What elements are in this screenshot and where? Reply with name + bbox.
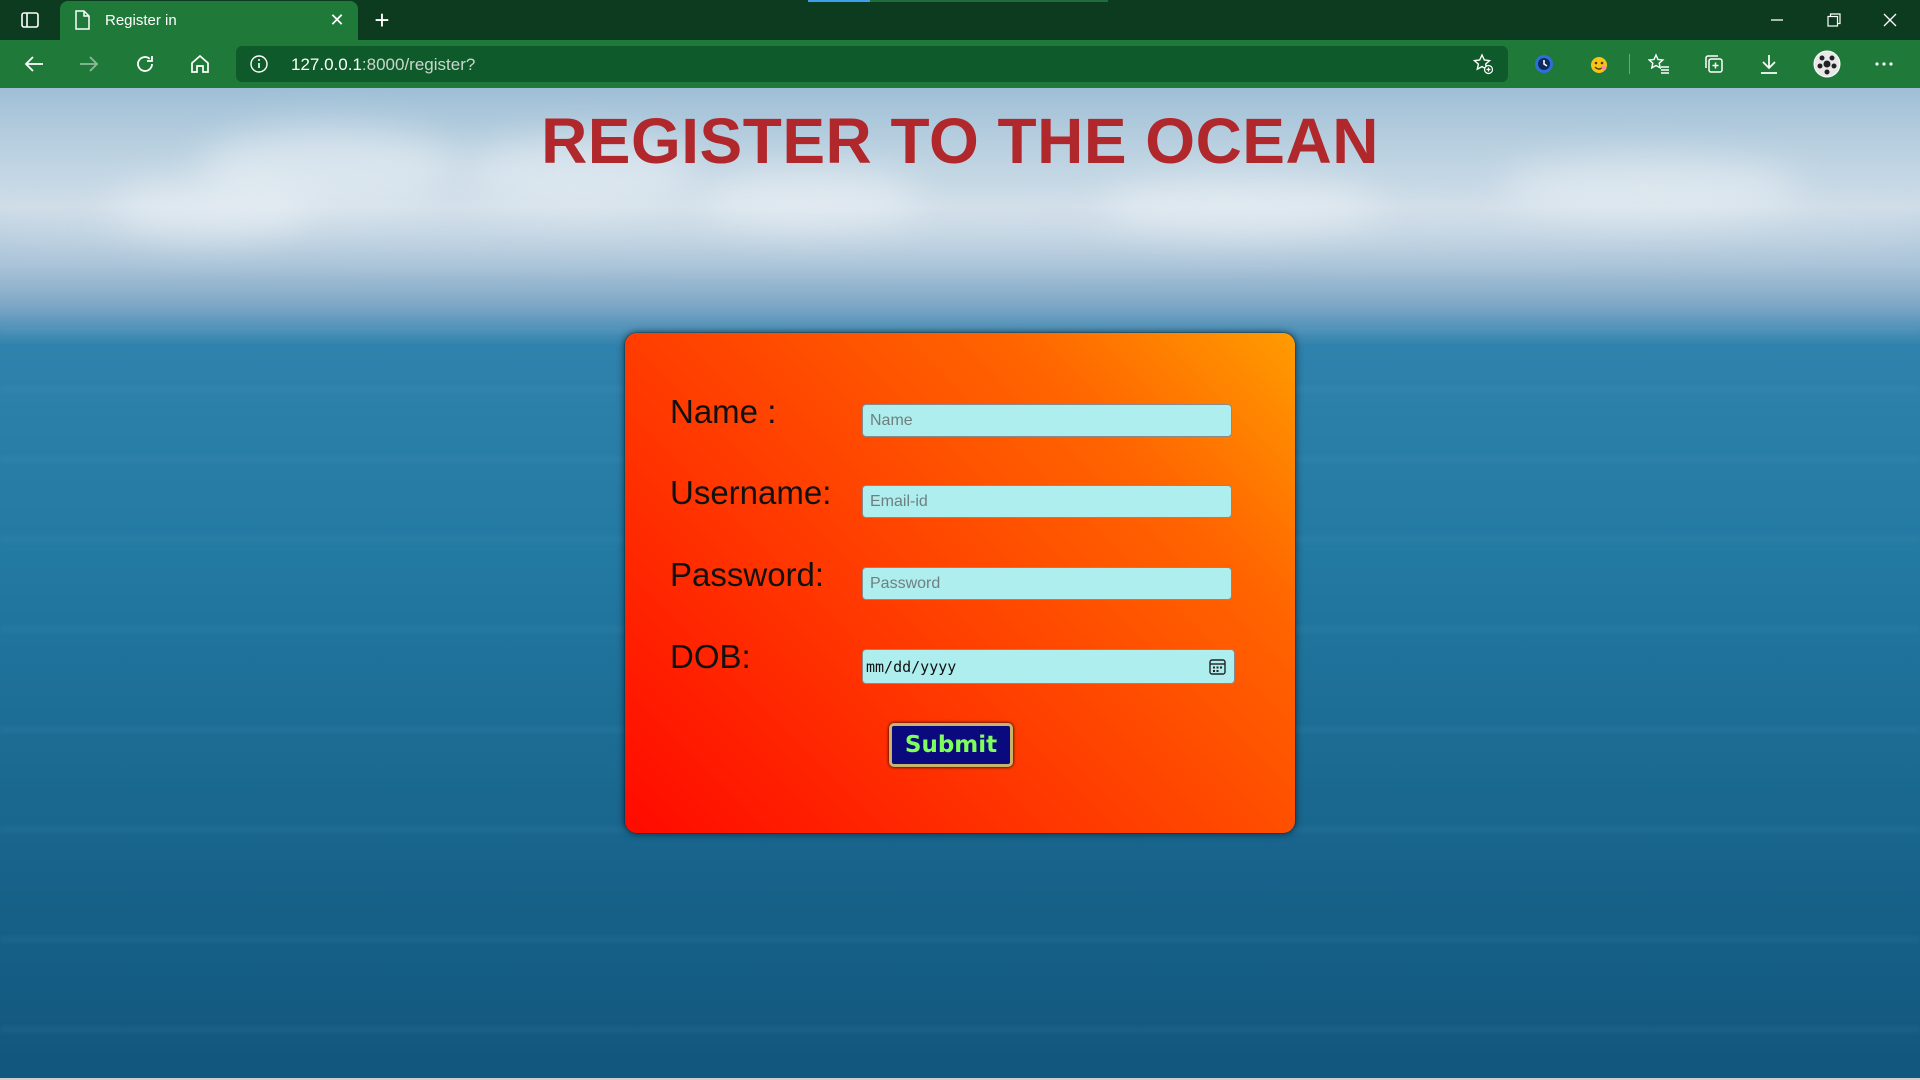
profile-avatar-icon[interactable]: [1810, 48, 1844, 80]
register-form: Name : Username: Password: DOB: mm/dd/yy…: [625, 333, 1295, 833]
password-label: Password:: [670, 556, 825, 593]
toolbar-divider: [1629, 54, 1630, 74]
username-input[interactable]: [862, 485, 1232, 518]
info-icon[interactable]: [250, 55, 268, 73]
home-icon[interactable]: [183, 48, 217, 80]
url-path: :8000/register?: [361, 55, 476, 74]
password-input[interactable]: [862, 567, 1232, 600]
dob-input[interactable]: mm/dd/yyyy: [862, 649, 1235, 684]
document-icon: [73, 10, 91, 30]
name-label: Name :: [670, 393, 777, 430]
username-label: Username:: [670, 474, 832, 511]
star-add-icon[interactable]: [1472, 53, 1494, 75]
clock-extension-icon[interactable]: [1527, 48, 1561, 80]
submit-button[interactable]: Submit: [889, 723, 1013, 767]
window-close-icon[interactable]: [1862, 0, 1918, 40]
tab-bar: Register in ✕ +: [0, 0, 1920, 40]
refresh-icon[interactable]: [128, 48, 162, 80]
tab-title: Register in: [105, 12, 177, 29]
minimize-icon[interactable]: [1749, 0, 1805, 40]
url-text: 127.0.0.1:8000/register?: [291, 55, 475, 75]
dob-label: DOB:: [670, 638, 751, 675]
page-viewport: REGISTER TO THE OCEAN Name : Username: P…: [0, 88, 1920, 1078]
name-input[interactable]: [862, 404, 1232, 437]
emoji-extension-icon[interactable]: [1582, 48, 1616, 80]
calendar-icon[interactable]: [1208, 657, 1227, 676]
forward-arrow-icon[interactable]: [72, 48, 106, 80]
browser-toolbar: 127.0.0.1:8000/register?: [0, 40, 1920, 88]
plus-icon[interactable]: +: [368, 6, 396, 34]
url-host: 127.0.0.1: [291, 55, 362, 74]
back-arrow-icon[interactable]: [17, 48, 51, 80]
dob-placeholder: mm/dd/yyyy: [866, 658, 957, 676]
restore-icon[interactable]: [1806, 0, 1862, 40]
address-bar[interactable]: 127.0.0.1:8000/register?: [236, 46, 1508, 82]
collections-icon[interactable]: [1697, 48, 1731, 80]
more-dots-icon[interactable]: [1867, 48, 1901, 80]
loading-indicator: [808, 0, 1108, 2]
close-icon[interactable]: ✕: [326, 9, 348, 31]
download-icon[interactable]: [1752, 48, 1786, 80]
active-tab[interactable]: Register in ✕: [60, 1, 358, 40]
page-title: REGISTER TO THE OCEAN: [541, 105, 1379, 177]
favorites-list-icon[interactable]: [1642, 48, 1676, 80]
tab-actions-icon[interactable]: [20, 10, 40, 30]
